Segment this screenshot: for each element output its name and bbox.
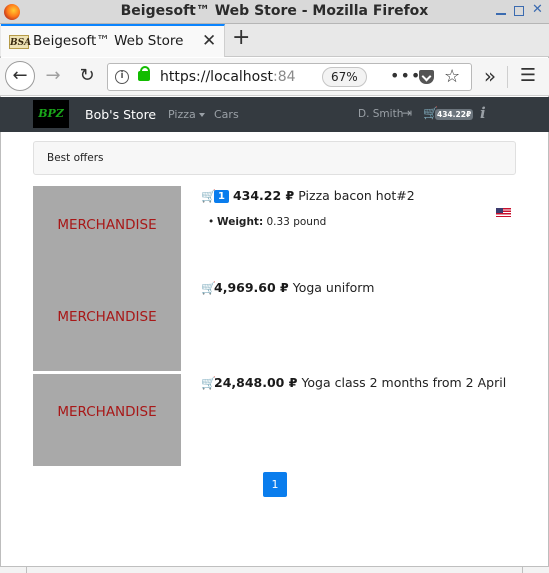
site-info-icon[interactable]: i [115,70,129,84]
bullet-icon: • [208,216,215,228]
nav-pizza-dropdown[interactable]: Pizza [168,108,205,121]
breadcrumb: Best offers [33,141,516,175]
overflow-menu-icon[interactable]: » [475,61,505,91]
cart-total-badge[interactable]: 434.22₽ [435,109,474,120]
store-logo[interactable]: BPZ [33,100,69,128]
breadcrumb-label: Best offers [47,152,104,164]
maximize-icon[interactable] [514,6,524,16]
site-favicon-icon: BSA [9,35,31,49]
spec-name: Weight: [217,216,264,228]
product-item: MERCHANDISE 🛒24,848.00 ₽ Yoga class 2 mon… [33,374,516,466]
tab-strip: BSA Beigesoft™ Web Store ✕ + [0,24,549,57]
hamburger-menu-icon[interactable]: ☰ [513,61,543,91]
product-item: MERCHANDISE 🛒 1 434.22 ₽ Pizza bacon hot#2 … [33,186,516,278]
product-price: 24,848.00 ₽ [214,375,298,390]
tab-close-icon[interactable]: ✕ [202,31,216,51]
site-navbar: BPZ Bob's Store Pizza Cars D. Smith ⇥ 🛒 … [0,97,549,217]
reload-button[interactable]: ↻ [72,61,102,91]
product-image[interactable]: MERCHANDISE [33,186,181,278]
nav-cars[interactable]: Cars [214,108,239,121]
tab-title: Beigesoft™ Web Store [33,33,184,49]
product-image[interactable]: MERCHANDISE [33,278,181,371]
minimize-icon[interactable] [496,6,506,15]
product-item: MERCHANDISE 🛒4,969.60 ₽ Yoga uniform [33,278,516,371]
window-titlebar: Beigesoft™ Web Store - Mozilla Firefox ✕ [0,0,549,24]
lock-icon [138,66,150,81]
product-specifics: • Weight: 0.33 pound [208,216,327,228]
add-to-cart-icon[interactable]: 🛒 [201,189,216,203]
spec-value: 0.33 pound [266,216,327,228]
edge-tick [522,567,523,573]
product-line: 🛒 1 434.22 ₽ Pizza bacon hot#2 [201,188,415,203]
window-title: Beigesoft™ Web Store - Mozilla Firefox [120,3,429,19]
browser-tab[interactable]: BSA Beigesoft™ Web Store ✕ [1,24,225,57]
logout-icon[interactable]: ⇥ [402,106,412,120]
bookmark-star-icon[interactable]: ☆ [444,66,460,87]
url-host: https://localhost [160,69,274,85]
edge-tick [26,567,27,573]
chevron-down-icon [198,113,205,117]
product-name[interactable]: Yoga class 2 months from 2 April [301,375,506,390]
info-icon[interactable]: i [480,104,486,122]
add-to-cart-icon[interactable]: 🛒 [201,376,216,390]
cart-quantity-badge[interactable]: 1 [214,190,229,203]
product-line: 🛒4,969.60 ₽ Yoga uniform [201,280,374,295]
toolbar-separator [507,66,508,88]
page-actions-icon[interactable]: ••• [390,66,421,85]
zoom-indicator[interactable]: 67% [322,67,367,87]
product-image[interactable]: MERCHANDISE [33,374,181,466]
product-price: 434.22 ₽ [232,188,295,203]
product-name[interactable]: Yoga uniform [293,280,375,295]
new-tab-icon[interactable]: + [232,27,250,49]
user-name[interactable]: D. Smith [358,108,403,120]
pagination-page-1[interactable]: 1 [263,472,287,497]
nav-toolbar: ← → ↻ i https://localhost:84 67% ••• ☆ »… [0,58,549,96]
pocket-icon[interactable] [419,70,434,84]
back-button[interactable]: ← [5,61,35,91]
url-bar[interactable]: i https://localhost:84 67% ••• ☆ [107,63,472,91]
product-line: 🛒24,848.00 ₽ Yoga class 2 months from 2 A… [201,375,506,390]
window-close-icon[interactable]: ✕ [532,3,543,16]
product-name[interactable]: Pizza bacon hot#2 [298,188,414,203]
forward-button[interactable]: → [38,61,68,91]
window-bottom-edge [0,566,549,573]
nav-pizza-label: Pizza [168,108,196,121]
url-port: :84 [273,69,296,85]
store-brand[interactable]: Bob's Store [85,107,156,122]
product-price: 4,969.60 ₽ [214,280,289,295]
url-text[interactable]: https://localhost:84 [160,69,318,85]
add-to-cart-icon[interactable]: 🛒 [201,281,216,295]
